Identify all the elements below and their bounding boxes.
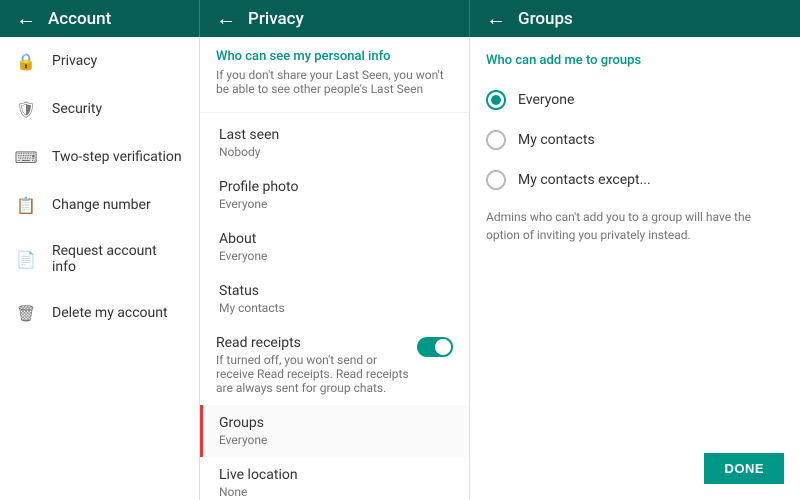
groups-option-my-contacts[interactable]: My contacts (470, 120, 800, 160)
privacy-item-read-receipts[interactable]: Read receipts If turned off, you won't s… (200, 325, 469, 405)
sidebar-item-delete[interactable]: 🗑 Delete my account (0, 289, 199, 337)
account-panel: 🔒 Privacy 🛡 Security ⌨ Two-step verifica… (0, 37, 200, 500)
groups-label-my-contacts: My contacts (518, 132, 595, 148)
groups-label-my-contacts-except: My contacts except... (518, 172, 651, 188)
sidebar-item-privacy[interactable]: 🔒 Privacy (0, 37, 199, 85)
sidebar-label-request-info: Request account info (52, 243, 183, 275)
groups-label-everyone: Everyone (518, 92, 574, 108)
privacy-item-groups[interactable]: Groups Everyone (200, 405, 469, 457)
sidebar-label-two-step: Two-step verification (52, 149, 182, 165)
account-back-arrow[interactable]: ← (16, 6, 36, 31)
groups-section-header: Who can add me to groups (470, 37, 800, 80)
done-button[interactable]: DONE (704, 453, 784, 484)
groups-title: Groups (518, 9, 573, 29)
radio-inner-everyone (491, 95, 501, 105)
privacy-back-arrow[interactable]: ← (216, 6, 236, 31)
trash-icon: 🗑 (16, 303, 36, 323)
privacy-item-live-location[interactable]: Live location None (200, 457, 469, 500)
shield-icon: 🛡 (16, 99, 36, 119)
privacy-item-status[interactable]: Status My contacts (200, 273, 469, 325)
groups-header: ← Groups (470, 0, 800, 37)
groups-option-my-contacts-except[interactable]: My contacts except... (470, 160, 800, 200)
privacy-item-last-seen[interactable]: Last seen Nobody (200, 117, 469, 169)
sidebar-label-delete: Delete my account (52, 305, 168, 321)
lock-icon: 🔒 (16, 51, 36, 71)
radio-my-contacts-except (486, 170, 506, 190)
privacy-header: ← Privacy (200, 0, 470, 37)
groups-description: Admins who can't add you to a group will… (470, 200, 800, 260)
clipboard-icon: 📋 (16, 195, 36, 215)
privacy-section-header: Who can see my personal info (200, 37, 469, 68)
sidebar-item-security[interactable]: 🛡 Security (0, 85, 199, 133)
keyboard-icon: ⌨ (16, 147, 36, 167)
account-title: Account (48, 9, 111, 29)
sidebar-item-two-step[interactable]: ⌨ Two-step verification (0, 133, 199, 181)
groups-back-arrow[interactable]: ← (486, 6, 506, 31)
privacy-title: Privacy (248, 9, 304, 29)
privacy-item-about[interactable]: About Everyone (200, 221, 469, 273)
account-header: ← Account (0, 0, 200, 37)
radio-everyone (486, 90, 506, 110)
sidebar-label-security: Security (52, 101, 102, 117)
read-receipts-toggle[interactable] (417, 337, 453, 357)
toggle-knob (435, 339, 451, 355)
sidebar-label-privacy: Privacy (52, 53, 97, 69)
groups-option-everyone[interactable]: Everyone (470, 80, 800, 120)
privacy-panel: Who can see my personal info If you don'… (200, 37, 470, 500)
document-icon: 📄 (16, 249, 36, 269)
sidebar-item-change-number[interactable]: 📋 Change number (0, 181, 199, 229)
privacy-item-profile-photo[interactable]: Profile photo Everyone (200, 169, 469, 221)
sidebar-item-request-info[interactable]: 📄 Request account info (0, 229, 199, 289)
groups-panel: Who can add me to groups Everyone My con… (470, 37, 800, 500)
privacy-section-desc: If you don't share your Last Seen, you w… (200, 68, 469, 108)
radio-my-contacts (486, 130, 506, 150)
sidebar-label-change-number: Change number (52, 197, 151, 213)
